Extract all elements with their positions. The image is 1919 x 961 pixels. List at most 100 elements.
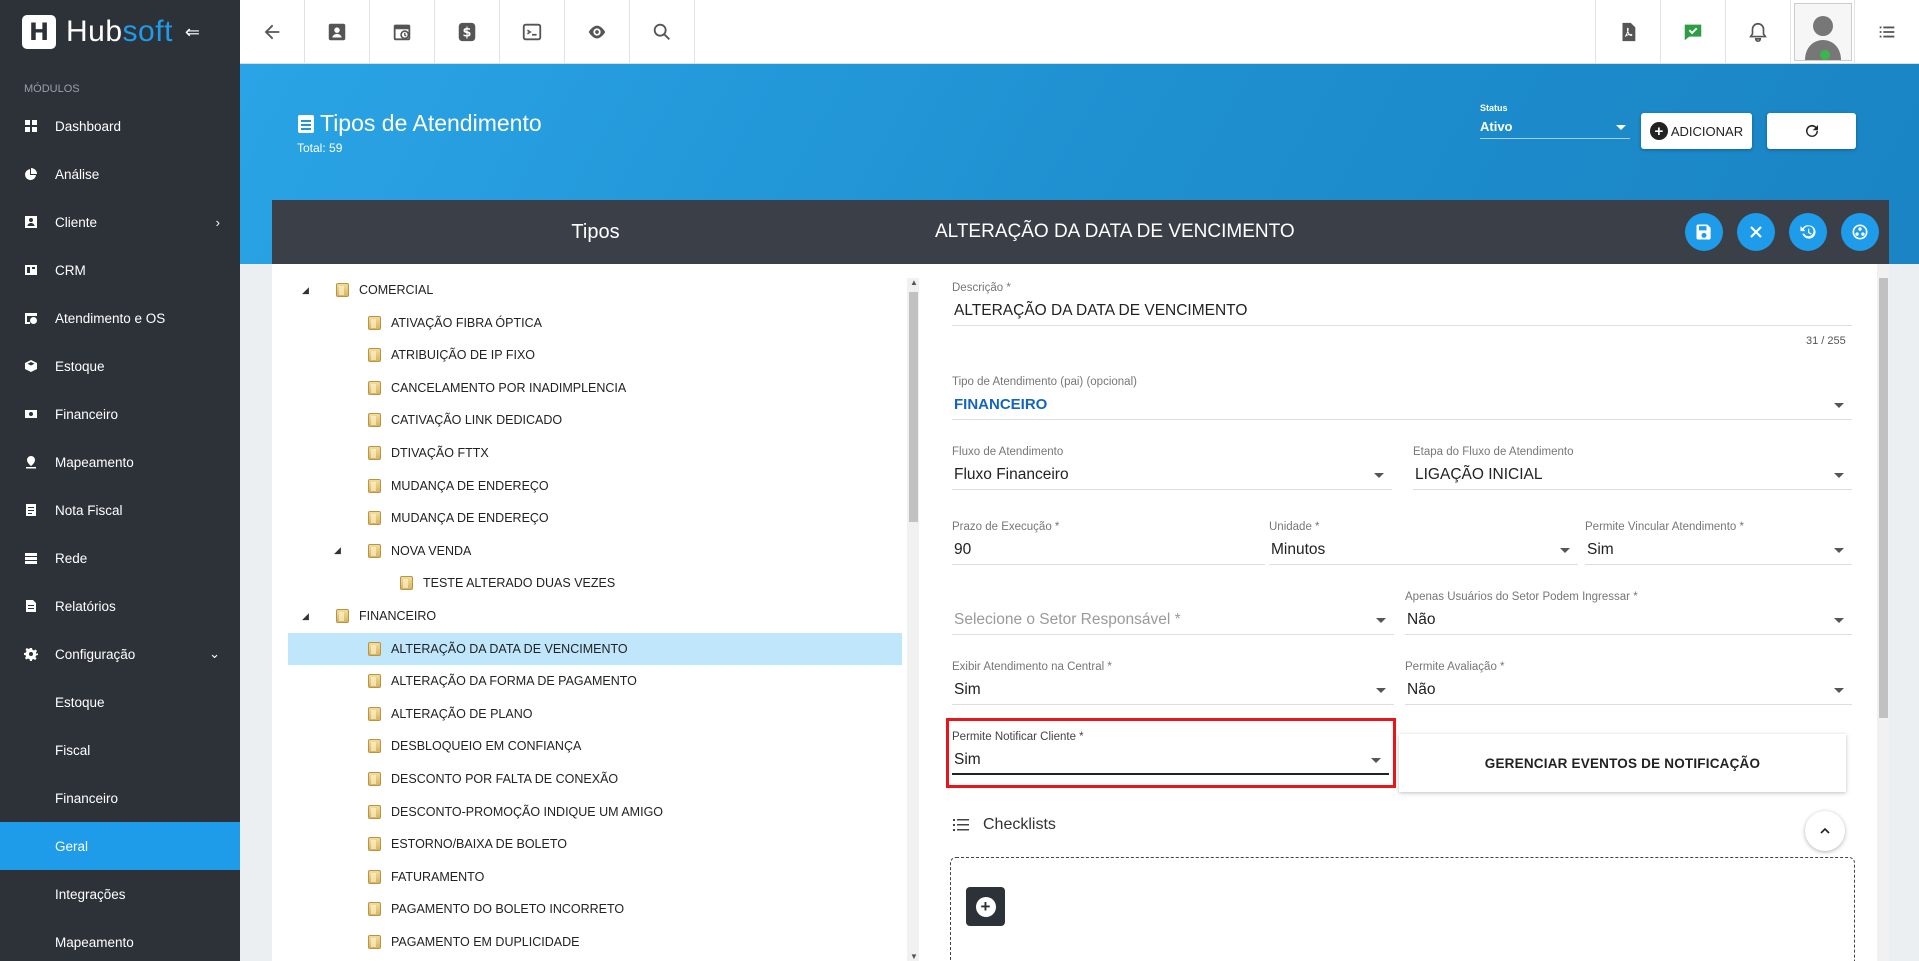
expand-triangle-icon[interactable]: ◢	[302, 285, 309, 296]
sector-select[interactable]: Selecione o Setor Responsável *	[952, 591, 1394, 635]
page-total: Total: 59	[297, 141, 343, 155]
expand-triangle-icon[interactable]: ◢	[302, 611, 309, 622]
link-service-select[interactable]: Permite Vincular Atendimento * Sim	[1585, 521, 1852, 565]
sidebar-item-cliente[interactable]: Cliente ›	[0, 198, 240, 246]
collapse-sidebar-icon[interactable]: ⇐	[185, 22, 200, 43]
expand-triangle-icon[interactable]: ◢	[334, 545, 341, 556]
form-scrollbar[interactable]	[1877, 264, 1889, 961]
add-button[interactable]: + ADICIONAR	[1641, 113, 1752, 149]
messages-button[interactable]	[1660, 0, 1725, 64]
scroll-up-icon[interactable]: ▲	[910, 278, 918, 287]
sidebar-item-relat-rios[interactable]: Relatórios	[0, 582, 240, 630]
save-button[interactable]	[1685, 213, 1723, 251]
tree-node[interactable]: PAGAMENTO DO BOLETO INCORRETO	[288, 893, 902, 925]
tree-node[interactable]: MUDANÇA DE ENDEREÇO	[288, 502, 902, 534]
tree-node[interactable]: TESTE ALTERADO DUAS VEZES	[288, 567, 902, 599]
tree-node[interactable]: ESTORNO/BAIXA DE BOLETO	[288, 828, 902, 860]
tree-node[interactable]: ◢ COMERCIAL	[288, 274, 902, 306]
tree-node[interactable]: ALTERAÇÃO DA FORMA DE PAGAMENTO	[288, 665, 902, 697]
sidebar-subitem-mapeamento[interactable]: Mapeamento	[0, 918, 240, 961]
sidebar-item-atendimento-e-os[interactable]: Atendimento e OS	[0, 294, 240, 342]
flow-stage-value[interactable]: LIGAÇÃO INICIAL	[1413, 460, 1852, 490]
sidebar-item-label: Rede	[55, 550, 88, 566]
status-select[interactable]: Status Ativo	[1480, 103, 1630, 139]
scroll-down-icon[interactable]: ▼	[910, 952, 918, 961]
tree-node[interactable]: ALTERAÇÃO DE PLANO	[288, 698, 902, 730]
schedule-button[interactable]	[370, 0, 435, 64]
sector-placeholder[interactable]: Selecione o Setor Responsável *	[952, 605, 1394, 635]
tree-node[interactable]: MUDANÇA DE ENDEREÇO	[288, 470, 902, 502]
tree-node[interactable]: ALTERAÇÃO DA DATA DE VENCIMENTO	[288, 632, 902, 665]
sidebar-item-crm[interactable]: CRM	[0, 246, 240, 294]
tree-node[interactable]: FATURAMENTO	[288, 861, 902, 893]
sidebar-subitem-estoque[interactable]: Estoque	[0, 678, 240, 726]
tree-node[interactable]: CATIVAÇÃO LINK DEDICADO	[288, 404, 902, 436]
clients-button[interactable]	[305, 0, 370, 64]
tree-node[interactable]: ATIVAÇÃO FIBRA ÓPTICA	[288, 307, 902, 339]
back-button[interactable]	[240, 0, 305, 64]
sidebar-item-mapeamento[interactable]: Mapeamento	[0, 438, 240, 486]
tree-scroll-thumb[interactable]	[909, 292, 918, 522]
notify-client-value[interactable]: Sim	[952, 745, 1389, 775]
tree-node[interactable]: CANCELAMENTO POR INADIMPLENCIA	[288, 372, 902, 404]
deadline-input[interactable]: 90	[952, 535, 1265, 565]
user-avatar[interactable]	[1790, 0, 1854, 64]
search-button[interactable]	[630, 0, 695, 64]
refresh-button[interactable]	[1767, 113, 1856, 149]
tree-node[interactable]: ATRIBUIÇÃO DE IP FIXO	[288, 339, 902, 371]
sidebar-item-an-lise[interactable]: Análise	[0, 150, 240, 198]
sidebar-subitem-fiscal[interactable]: Fiscal	[0, 726, 240, 774]
add-checklist-button[interactable]: +	[966, 887, 1005, 926]
logo[interactable]: H Hubsoft ⇐	[0, 0, 240, 64]
status-value[interactable]: Ativo	[1480, 113, 1630, 139]
parent-type-value[interactable]: FINANCEIRO	[952, 390, 1852, 420]
sector-only-select[interactable]: Apenas Usuários do Setor Podem Ingressar…	[1405, 591, 1852, 635]
flow-select[interactable]: Fluxo de Atendimento Fluxo Financeiro	[952, 446, 1392, 490]
sidebar-subitem-geral[interactable]: Geral	[0, 822, 240, 870]
description-field[interactable]: Descrição * ALTERAÇÃO DA DATA DE VENCIME…	[952, 282, 1852, 326]
unit-select[interactable]: Unidade * Minutos	[1269, 521, 1578, 565]
notify-client-select[interactable]: Permite Notificar Cliente * Sim	[952, 731, 1389, 775]
deadline-field[interactable]: Prazo de Execução * 90	[952, 521, 1265, 565]
manage-notification-events-button[interactable]: GERENCIAR EVENTOS DE NOTIFICAÇÃO	[1399, 734, 1846, 792]
sidebar-item-dashboard[interactable]: Dashboard	[0, 102, 240, 150]
unit-value[interactable]: Minutos	[1269, 535, 1578, 565]
sidebar-item-rede[interactable]: Rede	[0, 534, 240, 582]
show-central-value[interactable]: Sim	[952, 675, 1394, 705]
show-central-select[interactable]: Exibir Atendimento na Central * Sim	[952, 661, 1394, 705]
pdf-button[interactable]	[1595, 0, 1660, 64]
tree-scrollbar[interactable]: ▲ ▼	[907, 278, 919, 961]
flow-stage-select[interactable]: Etapa do Fluxo de Atendimento LIGAÇÃO IN…	[1413, 446, 1852, 490]
flow-stage-label: Etapa do Fluxo de Atendimento	[1413, 446, 1574, 458]
tree-node[interactable]: DTIVAÇÃO FTTX	[288, 437, 902, 469]
description-input[interactable]: ALTERAÇÃO DA DATA DE VENCIMENTO	[952, 296, 1852, 326]
link-service-value[interactable]: Sim	[1585, 535, 1852, 565]
flow-value[interactable]: Fluxo Financeiro	[952, 460, 1392, 490]
sidebar-subitem-financeiro[interactable]: Financeiro	[0, 774, 240, 822]
sidebar-item-estoque[interactable]: Estoque	[0, 342, 240, 390]
sidebar-item-financeiro[interactable]: Financeiro	[0, 390, 240, 438]
tree-node[interactable]: ◢ NOVA VENDA	[288, 535, 902, 567]
close-button[interactable]	[1737, 213, 1775, 251]
tree-node[interactable]: DESCONTO POR FALTA DE CONEXÃO	[288, 763, 902, 795]
menu-button[interactable]	[1854, 0, 1919, 64]
finance-button[interactable]: $	[435, 0, 500, 64]
history-button[interactable]	[1789, 213, 1827, 251]
notifications-button[interactable]	[1725, 0, 1790, 64]
tree-node[interactable]: PAGAMENTO EM DUPLICIDADE	[288, 926, 902, 958]
sector-only-value[interactable]: Não	[1405, 605, 1852, 635]
view-button[interactable]	[565, 0, 630, 64]
collapse-checklists-button[interactable]	[1805, 811, 1845, 851]
terminal-button[interactable]	[500, 0, 565, 64]
tree-node[interactable]: DESCONTO-PROMOÇÃO INDIQUE UM AMIGO	[288, 796, 902, 828]
parent-type-select[interactable]: Tipo de Atendimento (pai) (opcional) FIN…	[952, 376, 1852, 420]
rating-select[interactable]: Permite Avaliação * Não	[1405, 661, 1852, 705]
sidebar-item-nota-fiscal[interactable]: Nota Fiscal	[0, 486, 240, 534]
sidebar-item-configura-o[interactable]: Configuração ⌄	[0, 630, 240, 678]
form-scroll-thumb[interactable]	[1879, 278, 1888, 718]
tree-node[interactable]: ◢ FINANCEIRO	[288, 600, 902, 632]
tree-node[interactable]: DESBLOQUEIO EM CONFIANÇA	[288, 730, 902, 762]
share-button[interactable]	[1841, 213, 1879, 251]
sidebar-subitem-integra-es[interactable]: Integrações	[0, 870, 240, 918]
rating-value[interactable]: Não	[1405, 675, 1852, 705]
